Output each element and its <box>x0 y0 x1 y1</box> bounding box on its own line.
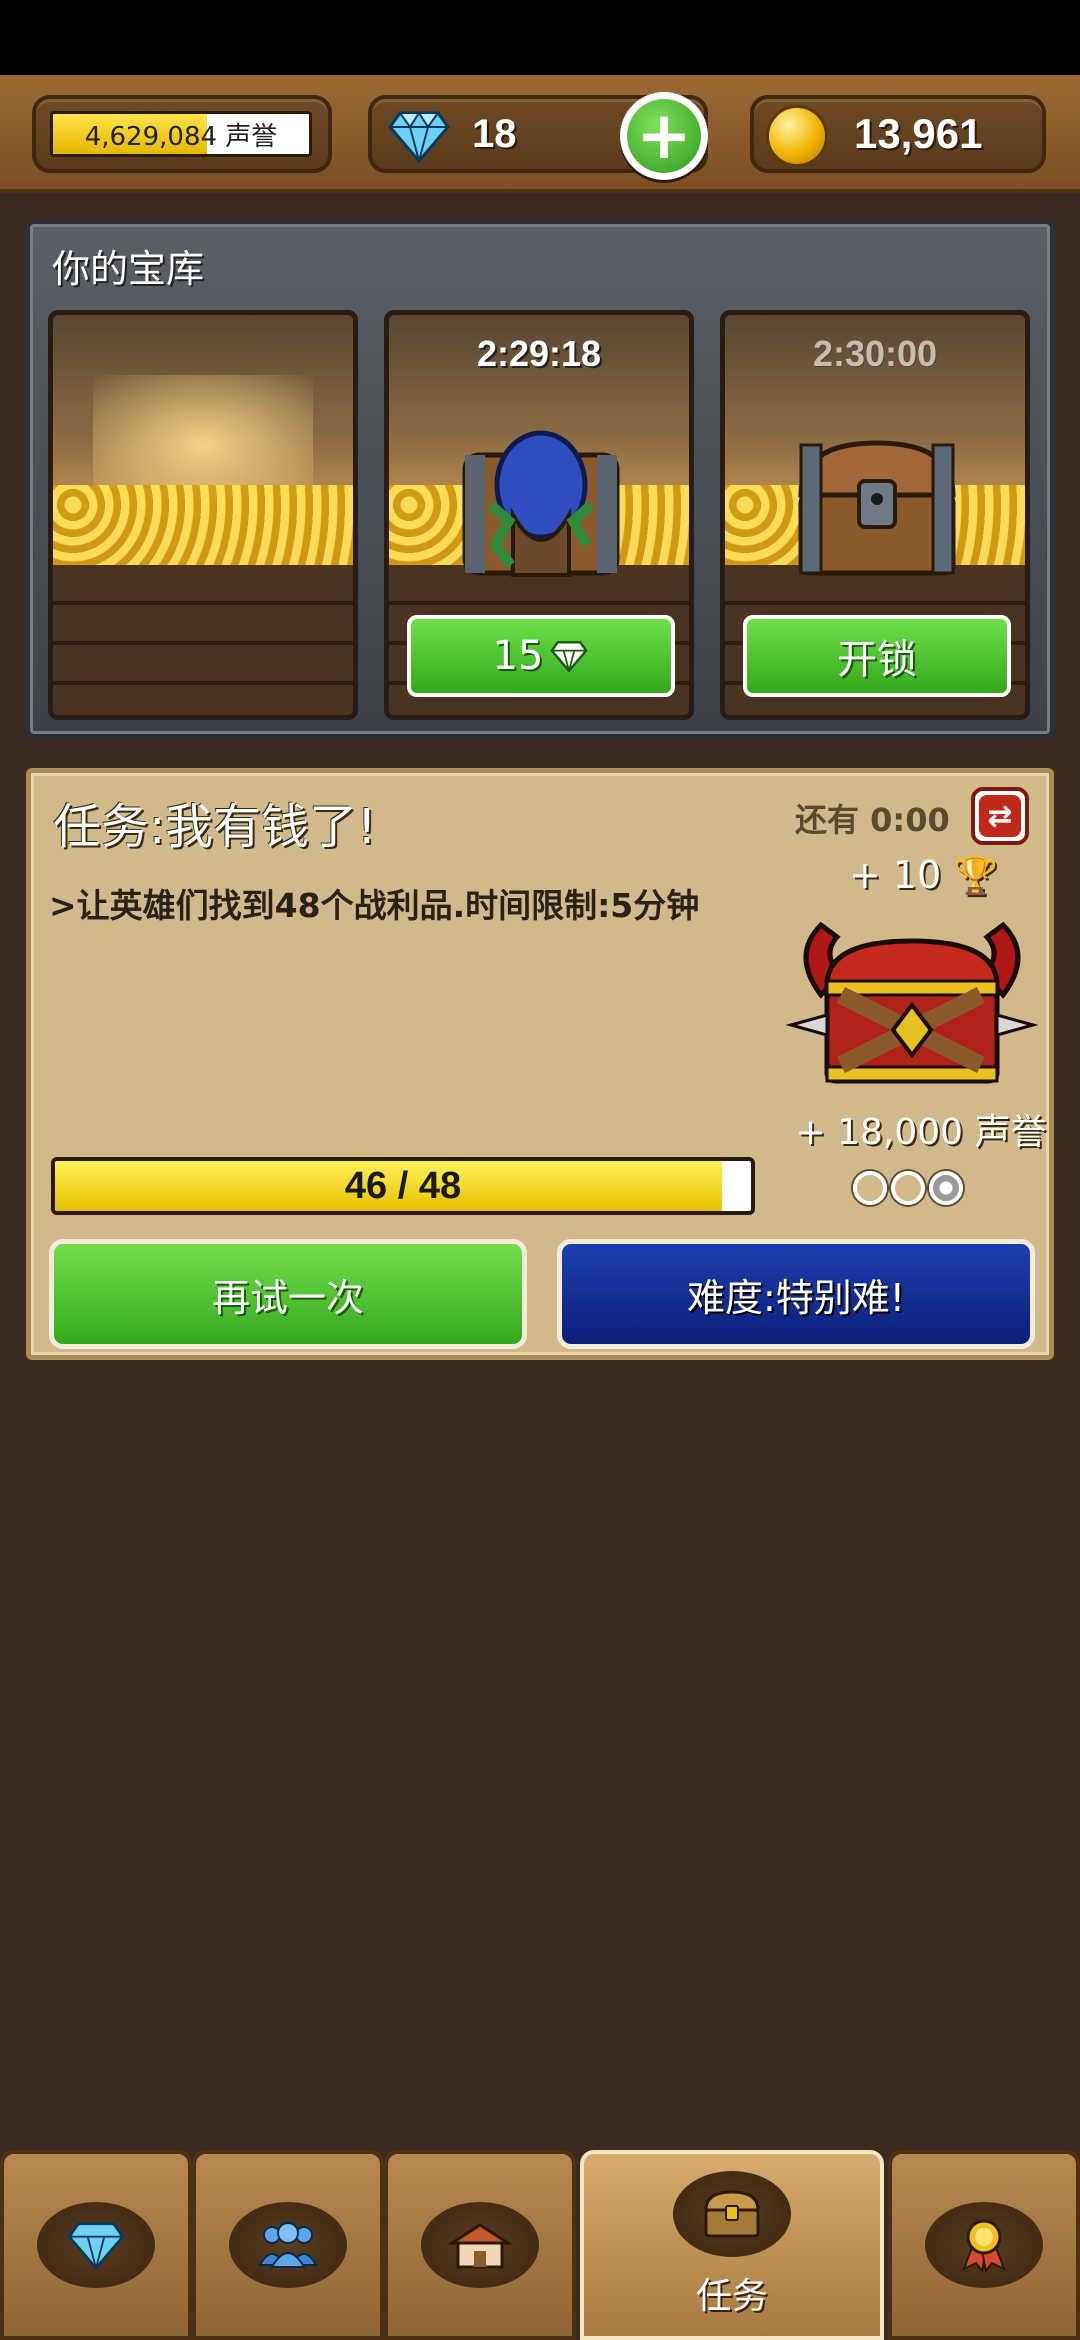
vault-title: 你的宝库 <box>52 247 205 291</box>
nav-tab-quests[interactable]: 任务 <box>580 2150 884 2340</box>
nav-tab-shop[interactable] <box>0 2150 192 2340</box>
reward-fame: + 18,000 声誉 <box>795 1112 1047 1153</box>
medal-icon <box>962 2219 1006 2273</box>
nav-disc <box>37 2202 155 2288</box>
hooded-goblin-chest-icon <box>462 430 620 577</box>
gem-count: 18 <box>472 111 517 156</box>
chest-timer: 2:29:18 <box>476 333 602 374</box>
unlock-button[interactable]: 开锁 <box>743 615 1011 697</box>
status-bar <box>0 0 1080 75</box>
quest-time-left: 还有 0:00 <box>795 801 950 839</box>
gold-coin-icon <box>766 105 828 167</box>
vault-slot-opening[interactable]: 2:29:18 15 <box>384 310 694 720</box>
chest-icon <box>704 2190 760 2238</box>
retry-button[interactable]: 再试一次 <box>49 1239 527 1349</box>
chest-timer: 2:30:00 <box>812 333 938 374</box>
resource-bar: 4,629,084 声誉 18 13,961 <box>0 75 1080 193</box>
star-empty <box>891 1171 925 1205</box>
nav-tab-heroes[interactable] <box>192 2150 384 2340</box>
quest-panel: 任务:我有钱了! 还有 0:00 ⇄ >让英雄们找到48个战利品.时间限制:5分… <box>26 768 1054 1360</box>
fame-counter[interactable]: 4,629,084 声誉 <box>32 95 332 173</box>
star-empty <box>853 1171 887 1205</box>
nav-disc <box>925 2202 1043 2288</box>
difficulty-button[interactable]: 难度:特别难! <box>557 1239 1035 1349</box>
quest-description: >让英雄们找到48个战利品.时间限制:5分钟 <box>49 886 700 925</box>
speedup-gem-button[interactable]: 15 <box>407 615 675 697</box>
quest-progress-bar: 46 / 48 <box>51 1157 755 1215</box>
vault-slot-locked[interactable]: 2:30:00 开锁 <box>720 310 1030 720</box>
nav-tab-achievements[interactable] <box>888 2150 1080 2340</box>
difficulty-stars <box>853 1171 963 1205</box>
nav-disc <box>673 2171 791 2257</box>
fame-value: 4,629,084 声誉 <box>84 121 278 152</box>
bottom-nav: 任务 <box>0 2150 1080 2340</box>
nav-tab-quests-label: 任务 <box>695 2276 768 2317</box>
horned-reward-chest-icon <box>785 921 1039 1084</box>
swap-icon: ⇄ <box>979 795 1021 837</box>
speedup-cost: 15 <box>492 633 544 679</box>
quest-title: 任务:我有钱了! <box>53 799 377 855</box>
gem-icon <box>67 2222 125 2270</box>
plus-icon: + <box>627 99 701 173</box>
heroes-icon <box>258 2222 318 2268</box>
fame-progress-bar: 4,629,084 声誉 <box>50 111 312 157</box>
switch-quest-button[interactable]: ⇄ <box>971 787 1029 845</box>
nav-tab-base[interactable] <box>384 2150 576 2340</box>
gold-pile <box>53 485 353 575</box>
star-filled <box>929 1171 963 1205</box>
gold-counter[interactable]: 13,961 <box>750 95 1046 173</box>
wood-planks <box>53 565 353 715</box>
add-gems-button[interactable]: + <box>620 92 708 180</box>
gem-icon <box>388 111 450 163</box>
vault-slot-empty[interactable] <box>48 310 358 720</box>
quest-progress-text: 46 / 48 <box>344 1164 462 1207</box>
gold-count: 13,961 <box>854 110 983 157</box>
gem-icon <box>550 641 589 672</box>
unlock-label: 开锁 <box>837 637 917 683</box>
house-icon <box>448 2223 512 2269</box>
vault-panel: 你的宝库 2:29:18 15 2:30:00 开锁 <box>24 218 1056 740</box>
nav-disc <box>421 2202 539 2288</box>
wooden-chest-icon <box>798 440 956 576</box>
nav-disc <box>229 2202 347 2288</box>
